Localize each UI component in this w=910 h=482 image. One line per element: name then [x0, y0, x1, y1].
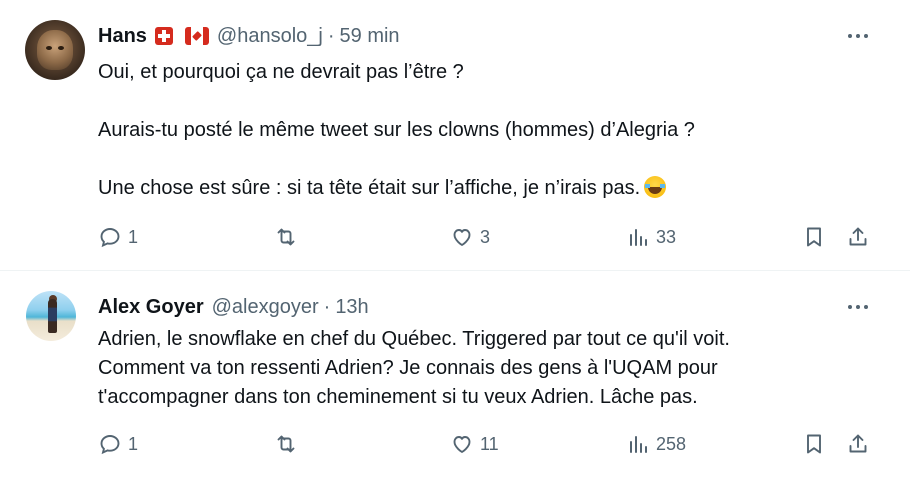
like-count: 11 — [480, 433, 499, 454]
bookmark-button[interactable] — [802, 429, 826, 459]
views-icon — [630, 436, 647, 453]
reply-count: 1 — [128, 433, 139, 454]
display-name[interactable]: Hans — [98, 25, 147, 48]
tweet-line: Une chose est sûre : si ta tête était su… — [98, 174, 878, 203]
tweet-line: Adrien, le snowflake en chef du Québec. … — [98, 328, 730, 350]
retweet-icon — [277, 435, 295, 453]
views-count: 33 — [656, 226, 677, 247]
user-handle[interactable]: @hansolo_j — [217, 25, 323, 48]
tweet-header: Alex Goyer @alexgoyer · 13h — [98, 293, 369, 321]
like-button[interactable]: 3 — [450, 222, 490, 252]
more-icon[interactable] — [848, 30, 868, 42]
views-button[interactable]: 33 — [626, 222, 676, 252]
retweet-button[interactable] — [274, 429, 304, 459]
canada-flag-icon — [184, 27, 209, 45]
retweet-icon — [277, 228, 295, 246]
bookmark-button[interactable] — [802, 222, 826, 252]
views-count: 258 — [656, 433, 687, 454]
share-icon — [849, 434, 867, 453]
views-button[interactable]: 258 — [626, 429, 686, 459]
timestamp[interactable]: 59 min — [340, 25, 400, 48]
tweet-alex-goyer[interactable]: Alex Goyer @alexgoyer · 13h Adrien, le s… — [0, 271, 910, 482]
heart-icon — [453, 436, 471, 453]
tweet-header: Hans @hansolo_j · 59 min — [98, 22, 400, 50]
reply-count: 1 — [128, 226, 139, 247]
user-handle[interactable]: @alexgoyer — [212, 296, 319, 319]
views-icon — [630, 229, 647, 246]
tweet-text: Oui, et pourquoi ça ne devrait pas l’êtr… — [98, 58, 878, 203]
tweet-hans[interactable]: Hans @hansolo_j · 59 min Oui, et pourquo… — [0, 0, 910, 271]
retweet-button[interactable] — [274, 222, 304, 252]
heart-icon — [453, 229, 471, 246]
share-icon — [849, 227, 867, 246]
display-name[interactable]: Alex Goyer — [98, 296, 204, 319]
reply-icon — [100, 435, 120, 455]
swiss-flag-icon — [154, 27, 173, 45]
avatar[interactable] — [26, 291, 76, 341]
separator-dot: · — [327, 24, 335, 47]
share-button[interactable] — [846, 429, 870, 459]
like-button[interactable]: 11 — [450, 429, 499, 459]
tweet-line: Oui, et pourquoi ça ne devrait pas l’êtr… — [98, 61, 464, 83]
tweet-line: Comment va ton ressenti Adrien? Je conna… — [98, 357, 718, 379]
separator-dot: · — [323, 295, 331, 318]
tweet-text: Adrien, le snowflake en chef du Québec. … — [98, 325, 878, 412]
bookmark-icon — [807, 227, 821, 247]
tweet-actions: 1 3 33 — [98, 222, 878, 252]
more-icon[interactable] — [848, 301, 868, 313]
bookmark-icon — [807, 434, 821, 454]
tweet-actions: 1 11 258 — [98, 429, 878, 459]
timestamp[interactable]: 13h — [335, 296, 368, 319]
laughing-crying-emoji-icon — [644, 176, 667, 198]
like-count: 3 — [480, 226, 491, 247]
reply-button[interactable]: 1 — [98, 222, 138, 252]
reply-button[interactable]: 1 — [98, 429, 138, 459]
share-button[interactable] — [846, 222, 870, 252]
avatar[interactable] — [25, 20, 85, 80]
reply-icon — [100, 228, 120, 248]
tweet-line: t'accompagner dans ton cheminement si tu… — [98, 386, 698, 408]
tweet-line: Aurais-tu posté le même tweet sur les cl… — [98, 119, 695, 141]
